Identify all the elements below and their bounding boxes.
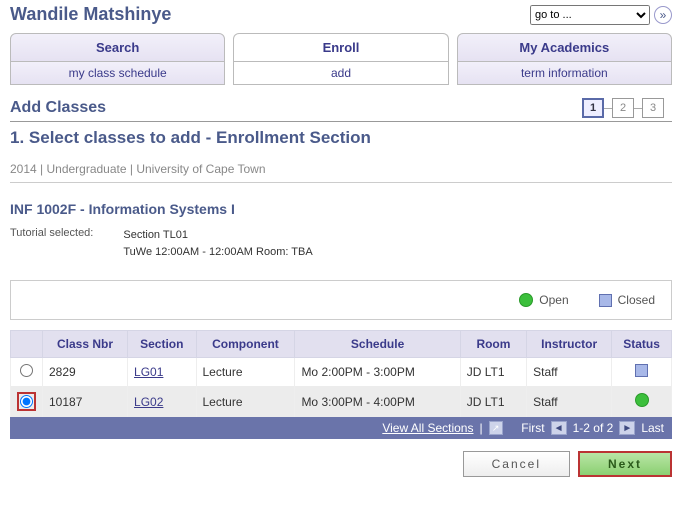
- col-instructor: Instructor: [527, 331, 612, 358]
- col-section: Section: [128, 331, 196, 358]
- pager-bar: View All Sections | ↗ First ◄ 1-2 of 2 ►…: [10, 417, 672, 439]
- cell-class-nbr: 2829: [43, 358, 128, 387]
- next-page-icon[interactable]: ►: [619, 421, 635, 435]
- expand-icon[interactable]: ↗: [489, 421, 503, 435]
- closed-status-icon: [599, 294, 612, 307]
- page-title: Add Classes: [10, 99, 672, 117]
- legend-closed-label: Closed: [618, 293, 655, 307]
- goto-select[interactable]: go to ...: [530, 5, 650, 25]
- cell-schedule: Mo 3:00PM - 4:00PM: [295, 386, 460, 417]
- cell-room: JD LT1: [460, 358, 526, 387]
- step-3: 3: [642, 98, 664, 118]
- tutorial-selected-label: Tutorial selected:: [10, 227, 93, 260]
- col-class-nbr: Class Nbr: [43, 331, 128, 358]
- open-status-icon: [635, 393, 649, 407]
- col-room: Room: [460, 331, 526, 358]
- cell-instructor: Staff: [527, 358, 612, 387]
- col-schedule: Schedule: [295, 331, 460, 358]
- subtab-add[interactable]: add: [233, 61, 448, 85]
- term-line: 2014 | Undergraduate | University of Cap…: [10, 162, 672, 183]
- cell-room: JD LT1: [460, 386, 526, 417]
- progress-steps: 1 2 3: [582, 98, 664, 118]
- col-component: Component: [196, 331, 295, 358]
- tutorial-detail: TuWe 12:00AM - 12:00AM Room: TBA: [123, 244, 312, 261]
- table-row: 10187 LG02 LectureMo 3:00PM - 4:00PMJD LT1…: [11, 386, 672, 417]
- section-link[interactable]: LG02: [134, 395, 163, 409]
- open-status-icon: [519, 293, 533, 307]
- cell-component: Lecture: [196, 358, 295, 387]
- subtab-term-information[interactable]: term information: [457, 61, 672, 85]
- select-class-radio[interactable]: [20, 364, 33, 377]
- table-row: 2829 LG01 LectureMo 2:00PM - 3:00PMJD LT1S…: [11, 358, 672, 387]
- cell-component: Lecture: [196, 386, 295, 417]
- select-class-radio[interactable]: [20, 395, 33, 408]
- legend-box: Open Closed: [10, 280, 672, 320]
- course-title: INF 1002F - Information Systems I: [10, 201, 672, 217]
- cancel-button[interactable]: Cancel: [463, 451, 570, 477]
- class-table: Class Nbr Section Component Schedule Roo…: [10, 330, 672, 417]
- prev-page-icon[interactable]: ◄: [551, 421, 567, 435]
- pager-last[interactable]: Last: [641, 421, 664, 435]
- view-all-sections-link[interactable]: View All Sections: [382, 421, 473, 435]
- user-name: Wandile Matshinye: [10, 4, 171, 25]
- closed-status-icon: [635, 364, 648, 377]
- legend-open-label: Open: [539, 293, 568, 307]
- subtab-my-class-schedule[interactable]: my class schedule: [10, 61, 225, 85]
- tab-my-academics[interactable]: My Academics: [457, 33, 672, 62]
- cell-instructor: Staff: [527, 386, 612, 417]
- tab-search[interactable]: Search: [10, 33, 225, 62]
- section-link[interactable]: LG01: [134, 365, 163, 379]
- pager-first[interactable]: First: [521, 421, 544, 435]
- section-heading: 1. Select classes to add - Enrollment Se…: [10, 128, 672, 148]
- tutorial-section: Section TL01: [123, 227, 312, 244]
- next-button[interactable]: Next: [578, 451, 672, 477]
- pager-range: 1-2 of 2: [573, 421, 614, 435]
- col-status: Status: [612, 331, 672, 358]
- cell-schedule: Mo 2:00PM - 3:00PM: [295, 358, 460, 387]
- go-icon[interactable]: »: [654, 6, 672, 24]
- cell-class-nbr: 10187: [43, 386, 128, 417]
- step-2: 2: [612, 98, 634, 118]
- col-select: [11, 331, 43, 358]
- tab-enroll[interactable]: Enroll: [233, 33, 448, 62]
- step-1: 1: [582, 98, 604, 118]
